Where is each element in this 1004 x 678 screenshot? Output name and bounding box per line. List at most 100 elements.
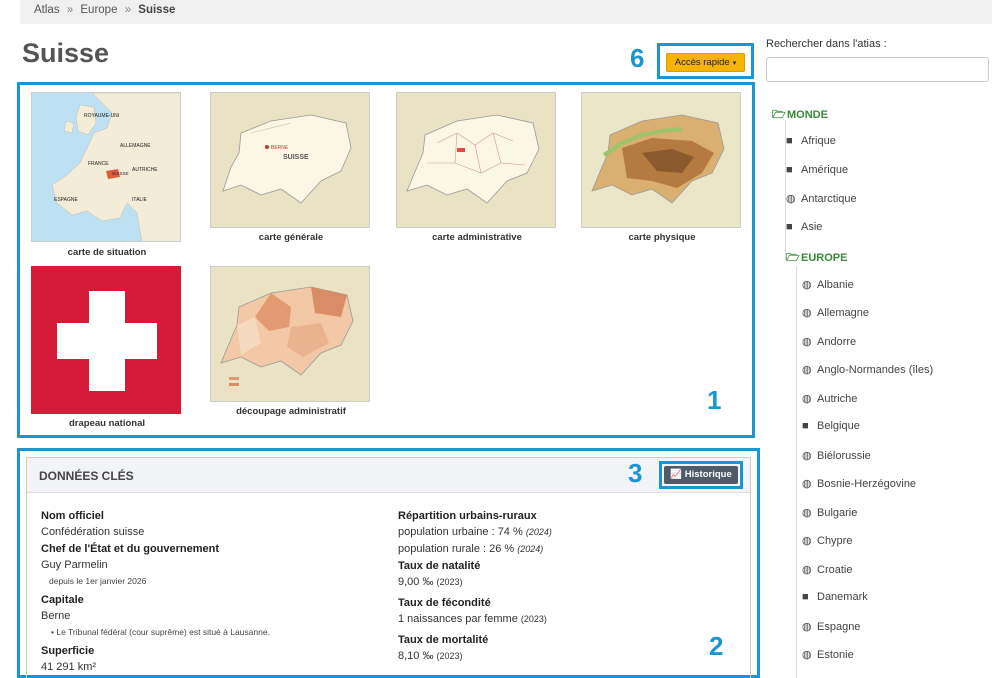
official-name-value: Confédération suisse [41,526,145,538]
map-caption[interactable]: carte générale [210,232,372,243]
birth-rate-year: (2023) [436,577,463,587]
tree-label: Anglo-Normandes (îles) [817,364,934,376]
bullet-icon: • [51,627,54,637]
map-caption[interactable]: carte de situation [31,247,183,258]
map-general[interactable]: BERNE SUISSE carte générale [210,92,372,243]
tree-item-country[interactable]: ◍ Bulgarie [802,506,857,519]
tree-item-country[interactable]: ◍ Biélorussie [802,449,871,462]
label-country: SUISSE [283,154,309,161]
breadcrumb-separator: » [124,4,132,16]
subdivisions-map-thumbnail[interactable] [210,266,370,402]
tree-item-africa[interactable]: ■ Afrique [786,135,836,147]
map-situation[interactable]: ROYAUME-UNI ALLEMAGNE FRANCE SUISSE AUTR… [31,92,183,258]
globe-icon: ◍ [802,393,812,405]
birth-rate: 9,00 ‰ (2023) [398,574,698,591]
globe-icon: ◍ [802,649,812,661]
tree-item-country[interactable]: ◍ Autriche [802,392,857,405]
birth-rate-value: 9,00 ‰ [398,576,434,588]
tree-label: Danemark [817,591,868,603]
tree-label: MONDE [787,109,828,121]
tree-label: Afrique [801,135,836,147]
tree-label: Amérique [801,164,849,176]
folder-open-icon: 🗁 [786,252,800,264]
tree-item-country[interactable]: ◍ Chypre [802,534,852,547]
area-label: Superficie [41,645,95,657]
quick-access-button[interactable]: Accès rapide ▾ [666,53,745,72]
tree-item-country[interactable]: ◍ Bosnie-Herzégovine [802,477,916,490]
tree-item-country[interactable]: ◍ Estonie [802,648,854,661]
tree-item-world[interactable]: 🗁MONDE [772,106,828,125]
physical-map-thumbnail[interactable] [581,92,741,228]
search-input[interactable] [766,57,989,82]
history-label: Historique [684,469,732,480]
tree-item-country[interactable]: ◍ Espagne [802,620,860,633]
tree-item-country[interactable]: ◍ Croatie [802,563,852,576]
map-physical[interactable]: carte physique [581,92,743,243]
annotation-1: 1 [707,385,722,415]
capital-value: Berne [41,610,71,622]
globe-icon: ◍ [802,478,812,490]
urban-value: population urbaine : 74 % [398,526,523,538]
tree-label: Asie [801,221,823,233]
globe-icon: ◍ [802,621,812,633]
annotation-2: 2 [709,631,724,661]
label-spain: ESPAGNE [54,197,78,203]
quick-access-highlight: Accès rapide ▾ [657,43,754,79]
map-subdivisions[interactable]: découpage administratif [210,266,372,417]
birth-rate-label: Taux de natalité [398,560,481,572]
maps-section: ROYAUME-UNI ALLEMAGNE FRANCE SUISSE AUTR… [17,82,755,438]
administrative-map-thumbnail[interactable] [396,92,556,228]
tree-item-europe[interactable]: 🗁EUROPE [786,249,847,268]
globe-icon: ◍ [786,193,796,205]
tree-item-asia[interactable]: ■ Asie [786,221,822,233]
swiss-flag-thumbnail[interactable] [31,266,181,414]
key-data-left-column: Nom officiel Confédération suisse Chef d… [41,508,381,676]
map-administrative[interactable]: carte administrative [396,92,558,243]
mortality-value: 8,10 ‰ [398,650,434,662]
tree-label: EUROPE [801,252,848,264]
search-label: Rechercher dans l'atias : [766,38,887,50]
tree-item-country[interactable]: ◍ Albanie [802,278,854,291]
tree-item-america[interactable]: ■ Amérique [786,164,848,176]
tree-item-country[interactable]: ◍ Allemagne [802,306,869,319]
label-italy: ITALIE [132,197,148,203]
globe-icon: ◍ [802,507,812,519]
history-button[interactable]: 📈 Historique [664,466,738,484]
breadcrumb-atlas[interactable]: Atlas [34,4,60,16]
tree-label: Autriche [817,393,858,405]
folder-icon: ■ [786,164,793,176]
quick-access-label: Accès rapide [674,57,730,68]
tree-item-country[interactable]: ■ Danemark [802,591,868,603]
tree-item-country[interactable]: ◍ Anglo-Normandes (îles) [802,363,933,376]
map-flag[interactable]: drapeau national [31,266,183,429]
capital-label: Capitale [41,594,84,606]
general-map-thumbnail[interactable]: BERNE SUISSE [210,92,370,228]
rural-population: population rurale : 26 % (2024) [398,541,698,558]
situation-map-thumbnail[interactable]: ROYAUME-UNI ALLEMAGNE FRANCE SUISSE AUTR… [31,92,181,242]
tree-label: Espagne [817,621,861,633]
tree-label: Biélorussie [817,450,871,462]
key-data-panel: DONNÉES CLÉS 📈 Historique Nom officiel C… [26,457,751,678]
map-caption[interactable]: drapeau national [31,418,183,429]
globe-icon: ◍ [802,535,812,547]
map-caption[interactable]: découpage administratif [210,406,372,417]
chart-icon: 📈 [670,469,683,480]
map-caption[interactable]: carte physique [581,232,743,243]
breadcrumb-europe[interactable]: Europe [80,4,117,16]
globe-icon: ◍ [802,364,812,376]
label-germany: ALLEMAGNE [120,143,151,149]
tree-label: Belgique [817,420,860,432]
tree-item-country[interactable]: ◍ Andorre [802,335,856,348]
head-of-state-label: Chef de l'État et du gouvernement [41,543,220,555]
tree-item-antarctica[interactable]: ◍ Antarctique [786,192,857,205]
capital-note: • Le Tribunal fédéral (cour suprême) est… [41,625,381,639]
tree-item-country[interactable]: ■ Belgique [802,420,860,432]
urban-year: (2024) [525,527,552,537]
page-title: Suisse [22,38,110,68]
key-data-section: DONNÉES CLÉS 📈 Historique Nom officiel C… [17,448,760,678]
map-caption[interactable]: carte administrative [396,232,558,243]
label-austria: AUTRICHE [132,167,158,173]
tree-label: Chypre [817,535,853,547]
tree-label: Antarctique [801,193,857,205]
breadcrumb-separator: » [66,4,74,16]
